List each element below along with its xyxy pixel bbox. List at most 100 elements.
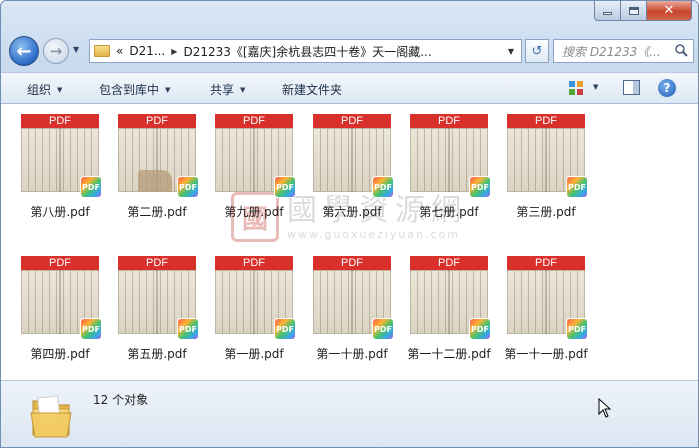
back-arrow-icon: ← [16, 40, 32, 62]
file-item[interactable]: PDF PDF 第九册.pdf [206, 114, 302, 220]
file-item[interactable]: PDF PDF 第五册.pdf [109, 256, 205, 362]
file-name[interactable]: 第六册.pdf [304, 203, 400, 220]
pdf-thumbnail[interactable]: PDF PDF [118, 256, 199, 340]
pdf-app-icon: PDF [274, 176, 296, 198]
file-item[interactable]: PDF PDF 第八册.pdf [12, 114, 108, 220]
include-in-library-menu[interactable]: 包含到库中 ▼ [99, 81, 170, 98]
pdf-label-bar: PDF [313, 114, 391, 128]
file-item[interactable]: PDF PDF 第一十二册.pdf [401, 256, 497, 362]
page-fold [351, 128, 353, 192]
file-name[interactable]: 第三册.pdf [498, 203, 594, 220]
preview-pane-icon[interactable] [623, 80, 640, 95]
refresh-button[interactable]: ↺ [525, 39, 549, 63]
pdf-thumbnail[interactable]: PDF PDF [410, 256, 491, 340]
pdf-thumbnail[interactable]: PDF PDF [313, 114, 394, 198]
pdf-label-bar: PDF [410, 256, 488, 270]
pdf-app-icon: PDF [177, 318, 199, 340]
help-icon[interactable]: ? [658, 79, 676, 97]
dropdown-arrow-icon: ▼ [57, 85, 63, 94]
organize-label: 组织 [27, 83, 52, 97]
file-name[interactable]: 第一册.pdf [206, 345, 302, 362]
file-name[interactable]: 第一十册.pdf [304, 345, 400, 362]
file-item[interactable]: PDF PDF 第二册.pdf [109, 114, 205, 220]
file-name[interactable]: 第七册.pdf [401, 203, 497, 220]
file-item[interactable]: PDF PDF 第一十册.pdf [304, 256, 400, 362]
close-icon: ✕ [663, 3, 675, 18]
folder-icon [94, 45, 110, 57]
breadcrumb-parent[interactable]: D21... [129, 44, 165, 58]
maximize-icon [628, 6, 639, 15]
pdf-thumbnail[interactable]: PDF PDF [313, 256, 394, 340]
pdf-label-bar: PDF [21, 114, 99, 128]
file-item[interactable]: PDF PDF 第三册.pdf [498, 114, 594, 220]
address-bar[interactable]: « D21... ▶ D21233《[嘉庆]余杭县志四十卷》天一阁藏... ▼ [89, 39, 522, 63]
item-count: 12 个对象 [93, 393, 149, 407]
mouse-cursor-icon [598, 398, 612, 418]
search-box[interactable]: 搜索 D21233《... [553, 39, 694, 63]
search-placeholder: 搜索 D21233《... [562, 44, 661, 59]
include-label: 包含到库中 [99, 83, 160, 97]
view-options-arrow-icon[interactable]: ▼ [593, 83, 598, 91]
address-dropdown-button[interactable]: ▼ [503, 43, 519, 59]
search-icon[interactable] [675, 44, 688, 57]
new-folder-button[interactable]: 新建文件夹 [282, 81, 342, 98]
breadcrumb-separator-icon[interactable]: ▶ [171, 47, 177, 56]
pdf-thumbnail[interactable]: PDF PDF [118, 114, 199, 198]
file-name[interactable]: 第四册.pdf [12, 345, 108, 362]
file-name[interactable]: 第一十二册.pdf [401, 345, 497, 362]
minimize-button[interactable] [594, 1, 621, 21]
pdf-thumbnail[interactable]: PDF PDF [507, 114, 588, 198]
change-view-icon[interactable] [568, 80, 584, 96]
share-label: 共享 [210, 83, 235, 97]
pdf-thumbnail[interactable]: PDF PDF [21, 114, 102, 198]
page-fold [545, 270, 547, 334]
dropdown-arrow-icon: ▼ [240, 85, 246, 94]
refresh-icon: ↺ [531, 43, 543, 59]
file-list-pane[interactable]: 國 國學資源網 www.guoxueziyuan.com PDF PDF 第八册.p… [1, 104, 698, 380]
pdf-thumbnail[interactable]: PDF PDF [21, 256, 102, 340]
file-item[interactable]: PDF PDF 第六册.pdf [304, 114, 400, 220]
navigation-bar: ← → ▼ « D21... ▶ D21233《[嘉庆]余杭县志四十卷》天一阁藏… [7, 35, 694, 67]
pdf-label-bar: PDF [21, 256, 99, 270]
file-item[interactable]: PDF PDF 第一册.pdf [206, 256, 302, 362]
pdf-label-bar: PDF [507, 256, 585, 270]
page-fold [448, 128, 450, 192]
file-item[interactable]: PDF PDF 第一十一册.pdf [498, 256, 594, 362]
pdf-thumbnail[interactable]: PDF PDF [410, 114, 491, 198]
maximize-button[interactable] [621, 1, 647, 21]
file-name[interactable]: 第一十一册.pdf [498, 345, 594, 362]
pdf-label-bar: PDF [507, 114, 585, 128]
share-menu[interactable]: 共享 ▼ [210, 81, 245, 98]
file-name[interactable]: 第九册.pdf [206, 203, 302, 220]
minimize-icon [603, 12, 612, 15]
pdf-thumbnail[interactable]: PDF PDF [215, 256, 296, 340]
command-bar: 组织 ▼ 包含到库中 ▼ 共享 ▼ 新建文件夹 ▼ ? [1, 72, 698, 104]
pdf-label-bar: PDF [215, 256, 293, 270]
organize-menu[interactable]: 组织 ▼ [27, 81, 62, 98]
pdf-thumbnail[interactable]: PDF PDF [215, 114, 296, 198]
back-button[interactable]: ← [9, 36, 39, 66]
new-folder-label: 新建文件夹 [282, 83, 343, 97]
pdf-label-bar: PDF [118, 256, 196, 270]
file-item[interactable]: PDF PDF 第四册.pdf [12, 256, 108, 362]
page-stain [138, 170, 172, 192]
breadcrumb-current[interactable]: D21233《[嘉庆]余杭县志四十卷》天一阁藏... [183, 43, 431, 60]
pdf-app-icon: PDF [372, 318, 394, 340]
pdf-label-bar: PDF [410, 114, 488, 128]
details-pane: 12 个对象 [1, 380, 698, 447]
file-name[interactable]: 第二册.pdf [109, 203, 205, 220]
pdf-app-icon: PDF [80, 318, 102, 340]
pdf-thumbnail[interactable]: PDF PDF [507, 256, 588, 340]
file-item[interactable]: PDF PDF 第七册.pdf [401, 114, 497, 220]
close-button[interactable]: ✕ [647, 1, 692, 21]
address-overflow-chevron[interactable]: « [116, 44, 123, 58]
recent-pages-button[interactable]: ▼ [73, 45, 79, 54]
file-name[interactable]: 第八册.pdf [12, 203, 108, 220]
page-fold [253, 270, 255, 334]
file-name[interactable]: 第五册.pdf [109, 345, 205, 362]
pdf-app-icon: PDF [469, 318, 491, 340]
page-fold [156, 270, 158, 334]
forward-button[interactable]: → [43, 38, 69, 64]
dropdown-arrow-icon: ▼ [165, 85, 171, 94]
folder-icon [30, 395, 72, 438]
